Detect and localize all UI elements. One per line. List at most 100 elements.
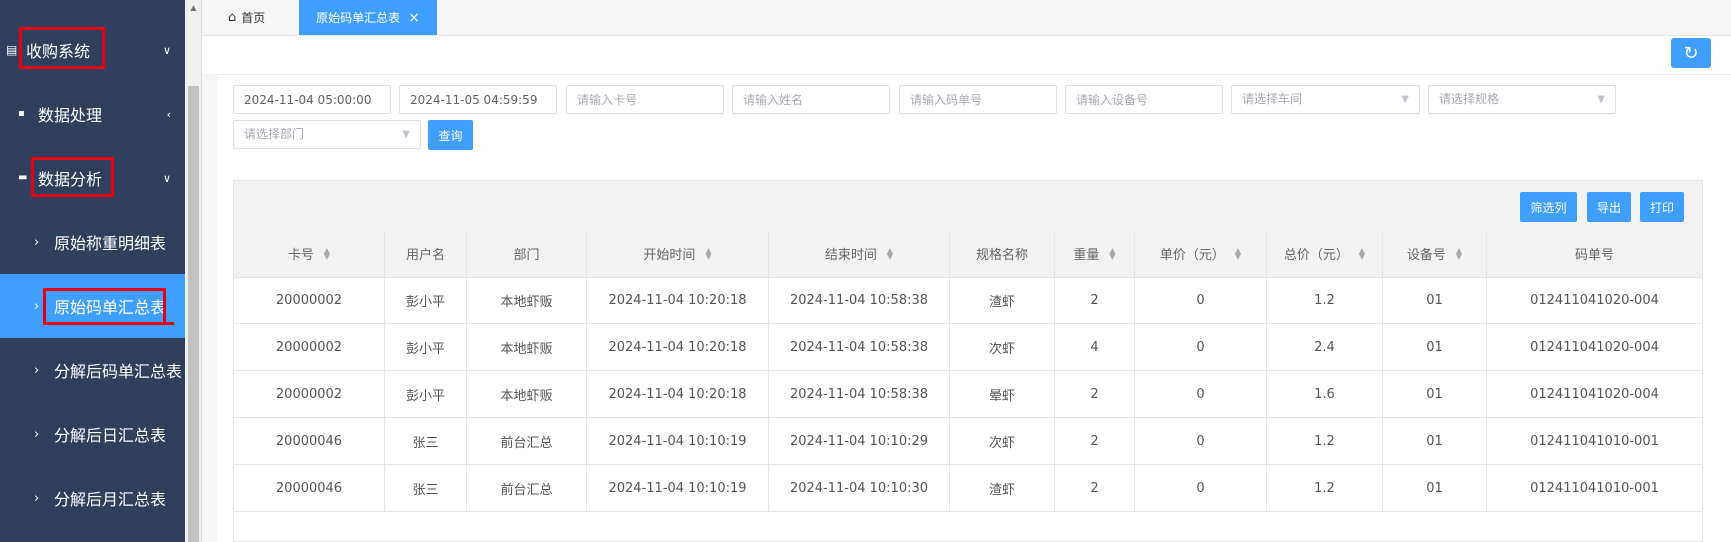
table-cell: 20000002 xyxy=(234,277,385,324)
table-cell: 012411041010-001 xyxy=(1530,481,1659,496)
column-header-device[interactable]: 设备号 ▲ ▼ xyxy=(1383,230,1487,277)
table-cell: 0 xyxy=(1135,465,1267,512)
table-cell: 2024-11-04 10:58:38 xyxy=(769,371,950,418)
sidebar-item-label: 数据分析 xyxy=(38,170,103,189)
code-number-input[interactable] xyxy=(899,85,1057,114)
sidebar-item-data-processing[interactable]: ▪ 数据处理 ‹ xyxy=(0,82,185,146)
sidebar-item-data-analysis[interactable]: ▬ 数据分析 ∨ xyxy=(0,146,185,210)
table-cell: 01 xyxy=(1383,371,1487,418)
refresh-button[interactable]: ↻ xyxy=(1671,38,1711,68)
column-header-start-time[interactable]: 开始时间 ▲ ▼ xyxy=(587,230,769,277)
sidebar-item-label: 数据处理 xyxy=(38,106,103,125)
table-cell: 01 xyxy=(1383,277,1487,324)
table-header: 卡号 ▲ ▼ 用户名 部门 开始时间 ▲ ▼ 结束时间 ▲ ▼ 规格名称 重量 ▲ ▼ 单价（元… xyxy=(234,230,1702,278)
chevron-right-icon: › xyxy=(34,426,40,442)
table-row[interactable]: 20000002 彭小平 本地虾贩 2024-11-04 10:20:18 2024-1… xyxy=(234,277,1702,324)
tab-raw-code-summary[interactable]: 原始码单汇总表 × xyxy=(299,0,437,35)
chevron-right-icon: › xyxy=(34,362,40,378)
table-cell: 012411041020-004 xyxy=(1530,340,1659,355)
table-cell: 1.6 xyxy=(1267,371,1383,418)
scrollbar-thumb[interactable] xyxy=(188,86,199,542)
table-cell: 0 xyxy=(1135,324,1267,371)
table-cell: 张三 xyxy=(385,465,467,512)
card-number-input[interactable] xyxy=(566,85,724,114)
column-header-card[interactable]: 卡号 ▲ ▼ xyxy=(234,230,385,277)
workshop-select[interactable]: 请选择车间 ▼ xyxy=(1231,85,1420,114)
sort-icon[interactable]: ▲ ▼ xyxy=(1456,246,1462,260)
sidebar-item-raw-code-summary[interactable]: › 原始码单汇总表 xyxy=(0,274,185,338)
table-cell: 前台汇总 xyxy=(467,418,587,465)
column-header-weight[interactable]: 重量 ▲ ▼ xyxy=(1055,230,1135,277)
sidebar-item-label: 分解后月汇总表 xyxy=(54,490,167,509)
table-cell: 次虾 xyxy=(950,324,1055,371)
table-cell: 1.2 xyxy=(1267,277,1383,324)
table-cell: 晕虾 xyxy=(950,371,1055,418)
table-cell: 20000046 xyxy=(234,418,385,465)
caret-down-icon: ▼ xyxy=(1597,94,1605,105)
tab-home[interactable]: ⌂ 首页 xyxy=(228,0,300,35)
department-select[interactable]: 请选择部门 ▼ xyxy=(233,120,421,149)
column-header-unit-price[interactable]: 单价（元） ▲ ▼ xyxy=(1135,230,1267,277)
sort-icon[interactable]: ▲ ▼ xyxy=(1109,246,1115,260)
scroll-up-icon[interactable]: ▲ xyxy=(188,2,199,14)
table-cell: 2024-11-04 10:10:19 xyxy=(587,418,769,465)
table-cell: 2.4 xyxy=(1267,324,1383,371)
sort-icon[interactable]: ▲ ▼ xyxy=(1359,246,1365,260)
sidebar-item-raw-weighing-detail[interactable]: › 原始称重明细表 xyxy=(0,210,185,274)
table-cell: 渣虾 xyxy=(950,277,1055,324)
caret-down-icon: ▼ xyxy=(1401,94,1409,105)
refresh-icon: ↻ xyxy=(1683,42,1699,64)
select-placeholder: 请选择车间 xyxy=(1242,92,1303,106)
table-cell: 1.2 xyxy=(1267,465,1383,512)
chevron-left-icon: ‹ xyxy=(166,107,171,121)
column-header-code-number: 码单号 xyxy=(1574,248,1614,263)
close-icon[interactable]: × xyxy=(408,10,420,26)
query-button[interactable]: 查询 xyxy=(428,120,473,150)
table-cell: 1.2 xyxy=(1267,418,1383,465)
table-row[interactable]: 20000046 张三 前台汇总 2024-11-04 10:10:19 2024-11… xyxy=(234,418,1702,465)
sidebar-item-decomposed-code-summary[interactable]: › 分解后码单汇总表 xyxy=(0,338,185,402)
table-cell: 2 xyxy=(1055,371,1135,418)
table-cell: 2024-11-04 10:20:18 xyxy=(587,277,769,324)
start-time-input[interactable] xyxy=(233,85,391,114)
book-icon: ▤ xyxy=(6,43,18,57)
table-toolbar xyxy=(234,181,1702,231)
sort-icon[interactable]: ▲ ▼ xyxy=(705,246,711,260)
column-header-end-time[interactable]: 结束时间 ▲ ▼ xyxy=(769,230,950,277)
table-cell: 2024-11-04 10:58:38 xyxy=(769,277,950,324)
export-button[interactable]: 导出 xyxy=(1587,192,1631,222)
table-cell: 2024-11-04 10:20:18 xyxy=(587,371,769,418)
table-cell: 本地虾贩 xyxy=(467,371,587,418)
sidebar-item-label: 分解后码单汇总表 xyxy=(54,362,183,381)
print-button[interactable]: 打印 xyxy=(1640,192,1684,222)
spec-select[interactable]: 请选择规格 ▼ xyxy=(1428,85,1616,114)
table-row[interactable]: 20000002 彭小平 本地虾贩 2024-11-04 10:20:18 2024-1… xyxy=(234,371,1702,418)
table-cell: 20000002 xyxy=(234,324,385,371)
table-cell: 20000046 xyxy=(234,465,385,512)
table-cell: 2024-11-04 10:20:18 xyxy=(587,324,769,371)
sidebar-item-decomposed-daily-summary[interactable]: › 分解后日汇总表 xyxy=(0,402,185,466)
sidebar: ▤ 收购系统 ∨ ▪ 数据处理 ‹ ▬ 数据分析 ∨ › 原始称重明细表 › 原… xyxy=(0,0,185,542)
chevron-down-icon: ∨ xyxy=(162,43,171,57)
sort-icon[interactable]: ▲ ▼ xyxy=(324,246,330,260)
table-cell: 渣虾 xyxy=(950,465,1055,512)
table-cell: 01 xyxy=(1383,324,1487,371)
end-time-input[interactable] xyxy=(399,85,557,114)
table-cell: 本地虾贩 xyxy=(467,324,587,371)
home-icon: ⌂ xyxy=(228,10,237,25)
sidebar-item-decomposed-monthly-summary[interactable]: › 分解后月汇总表 xyxy=(0,466,185,530)
chevron-right-icon: › xyxy=(34,490,40,506)
name-input[interactable] xyxy=(732,85,890,114)
device-number-input[interactable] xyxy=(1065,85,1223,114)
column-header-total-price[interactable]: 总价（元） ▲ ▼ xyxy=(1267,230,1383,277)
sort-icon[interactable]: ▲ ▼ xyxy=(1235,246,1241,260)
table-row[interactable]: 20000002 彭小平 本地虾贩 2024-11-04 10:20:18 2024-1… xyxy=(234,324,1702,371)
table-row[interactable]: 20000046 张三 前台汇总 2024-11-04 10:10:19 2024-11… xyxy=(234,465,1702,512)
table-cell: 012411041020-004 xyxy=(1530,293,1659,308)
filter-columns-button[interactable]: 筛选列 xyxy=(1520,192,1577,222)
tab-label: 原始码单汇总表 xyxy=(316,11,401,25)
sidebar-item-purchase-system[interactable]: ▤ 收购系统 ∨ xyxy=(0,18,185,82)
sort-icon[interactable]: ▲ ▼ xyxy=(887,246,893,260)
table-cell: 前台汇总 xyxy=(467,465,587,512)
table-cell: 2 xyxy=(1055,418,1135,465)
